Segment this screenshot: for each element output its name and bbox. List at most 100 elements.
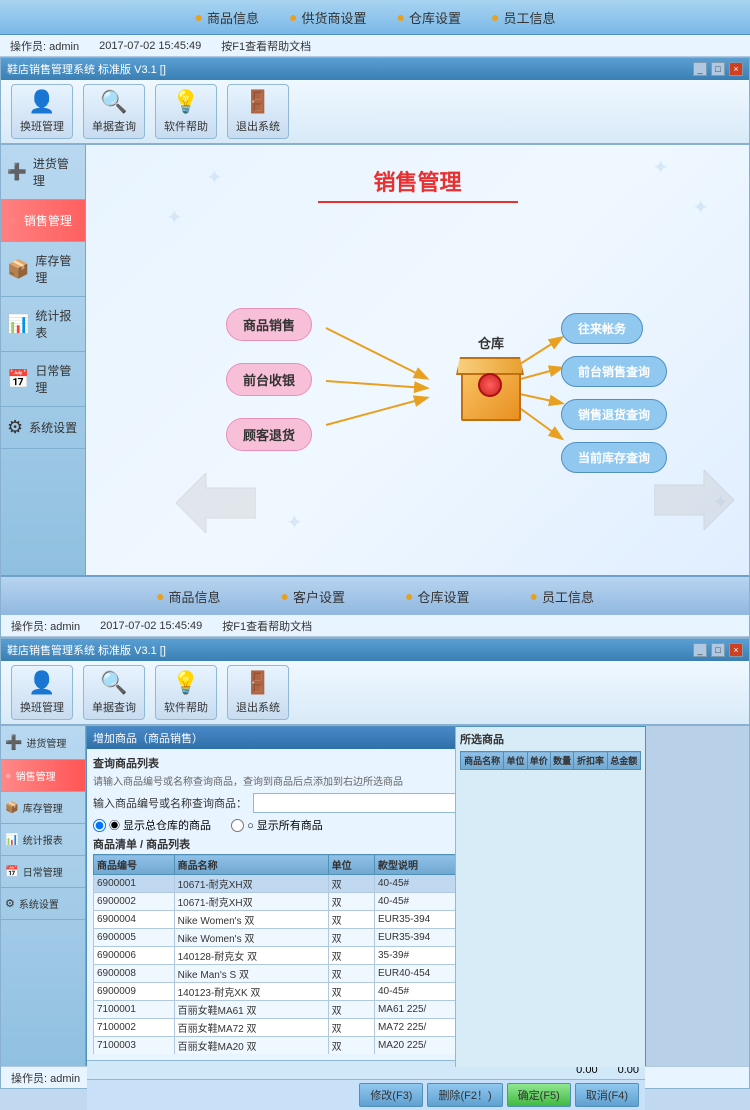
right-col-name: 商品名称 (461, 752, 504, 770)
selected-products-panel: 所选商品 商品名称 单位 单价 数量 折扣率 总金额 (455, 727, 645, 1067)
top-status-bar: 操作员: admin 2017-07-02 15:45:49 按F1查看帮助文档 (0, 35, 750, 57)
current-stock-query-box[interactable]: 当前库存查询 (561, 442, 667, 473)
dot-icon: ● (195, 9, 203, 25)
win2-maximize-button[interactable]: □ (711, 643, 725, 657)
sidebar-item-inventory[interactable]: 📦 库存管理 (1, 242, 85, 297)
win2-sidebar-inventory[interactable]: 📦 库存管理 (1, 792, 85, 824)
decoration-arrow (654, 470, 734, 533)
warehouse-center: 仓库 (441, 333, 541, 443)
modify-button[interactable]: 修改(F3) (359, 1083, 423, 1107)
plus-icon: ➕ (7, 162, 27, 182)
front-desk-receipt-box[interactable]: 前台收银 (226, 363, 312, 396)
bottom-nav-product[interactable]: ● 商品信息 (156, 587, 220, 606)
win1-toolbar: 👤 换班管理 🔍 单据查询 💡 软件帮助 🚪 退出系统 (1, 80, 749, 145)
product-sales-box[interactable]: 商品销售 (226, 308, 312, 341)
win2-controls: _ □ × (693, 643, 743, 657)
win2-sidebar-stock[interactable]: ➕ 进货管理 (1, 726, 85, 760)
query-icon2: 🔍 (100, 670, 127, 696)
dot-icon: ● (397, 9, 405, 25)
win2-titlebar: 鞋店销售管理系统 标准版 V3.1 [] _ □ × (1, 639, 749, 661)
win1-bottom-nav: ● 商品信息 ● 客户设置 ● 仓库设置 ● 员工信息 (1, 575, 749, 615)
confirm-button[interactable]: 确定(F5) (507, 1083, 571, 1107)
single-query-button[interactable]: 🔍 单据查询 (83, 84, 145, 139)
selected-products-table: 商品名称 单位 单价 数量 折扣率 总金额 (460, 751, 641, 770)
sidebar-item-settings[interactable]: ⚙ 系统设置 (1, 407, 85, 449)
single-query-button2[interactable]: 🔍 单据查询 (83, 665, 145, 720)
win2-main-layout: ➕ 进货管理 ● 销售管理 📦 库存管理 📊 统计报表 📅 日常管理 ⚙ 系统 (1, 726, 749, 1066)
win2-dialog-area: 增加商品（商品销售） × 查询商品列表 请输入商品编号或名称查询商品，查询到商品… (86, 726, 749, 1066)
right-col-total: 总金额 (607, 752, 640, 770)
top-nav-items: ● 商品信息 ● 供货商设置 ● 仓库设置 ● 员工信息 (195, 8, 556, 27)
shift-manage-button2[interactable]: 👤 换班管理 (11, 665, 73, 720)
bottom-nav-customer[interactable]: ● 客户设置 (281, 587, 345, 606)
software-help-button2[interactable]: 💡 软件帮助 (155, 665, 217, 720)
win2-sidebar-settings[interactable]: ⚙ 系统设置 (1, 888, 85, 920)
front-sales-query-box[interactable]: 前台销售查询 (561, 356, 667, 387)
win2-sidebar: ➕ 进货管理 ● 销售管理 📦 库存管理 📊 统计报表 📅 日常管理 ⚙ 系统 (1, 726, 86, 1066)
win2-sidebar-stats[interactable]: 📊 统计报表 (1, 824, 85, 856)
win2-toolbar: 👤 换班管理 🔍 单据查询 💡 软件帮助 🚪 退出系统 (1, 661, 749, 726)
action-bar: 修改(F3) 删除(F2！) 确定(F5) 取消(F4) (87, 1079, 645, 1110)
top-nav-product[interactable]: ● 商品信息 (195, 8, 259, 27)
win1-main-layout: ➕ 进货管理 ● 销售管理 📦 库存管理 📊 统计报表 📅 日常管理 ⚙ 系统 (1, 145, 749, 575)
chart-icon: 📊 (7, 314, 29, 335)
right-col-qty: 数量 (550, 752, 573, 770)
win2-sidebar-sales[interactable]: ● 销售管理 (1, 760, 85, 792)
top-nav-bar: ● 商品信息 ● 供货商设置 ● 仓库设置 ● 员工信息 (0, 0, 750, 35)
right-col-discount: 折扣率 (574, 752, 607, 770)
cancel-button[interactable]: 取消(F4) (575, 1083, 639, 1107)
top-nav-warehouse[interactable]: ● 仓库设置 (397, 8, 461, 27)
sidebar-item-stock[interactable]: ➕ 进货管理 (1, 145, 85, 200)
close-button[interactable]: × (729, 62, 743, 76)
past-accounts-box[interactable]: 往来帐务 (561, 313, 643, 344)
win1-content: ✦ ✦ ✦ ✦ ✦ ✦ 销售管理 (86, 145, 749, 575)
bottom-nav-warehouse[interactable]: ● 仓库设置 (405, 587, 469, 606)
bottom-nav-employee[interactable]: ● 员工信息 (529, 587, 593, 606)
right-col-unit: 单位 (504, 752, 527, 770)
dot-icon: ● (281, 588, 289, 604)
col-product-id: 商品编号 (94, 855, 175, 875)
exit-system-button[interactable]: 🚪 退出系统 (227, 84, 289, 139)
customer-return-box[interactable]: 顾客退货 (226, 418, 312, 451)
right-table-header: 商品名称 单位 单价 数量 折扣率 总金额 (461, 752, 641, 770)
add-product-dialog: 增加商品（商品销售） × 查询商品列表 请输入商品编号或名称查询商品，查询到商品… (86, 726, 646, 1066)
shift-manage-button[interactable]: 👤 换班管理 (11, 84, 73, 139)
exit-system-button2[interactable]: 🚪 退出系统 (227, 665, 289, 720)
top-nav-employee[interactable]: ● 员工信息 (491, 8, 555, 27)
software-help-button[interactable]: 💡 软件帮助 (155, 84, 217, 139)
maximize-button[interactable]: □ (711, 62, 725, 76)
col-unit: 单位 (328, 855, 374, 875)
win1-sidebar: ➕ 进货管理 ● 销售管理 📦 库存管理 📊 统计报表 📅 日常管理 ⚙ 系统 (1, 145, 86, 575)
radio-total-warehouse[interactable]: ◉ 显示总仓库的商品 (93, 817, 211, 833)
radio-total-warehouse-input[interactable] (93, 819, 106, 832)
box-icon: 📦 (7, 259, 29, 280)
top-nav-supplier[interactable]: ● 供货商设置 (289, 8, 366, 27)
decoration-arrow-left (176, 470, 256, 533)
minimize-button[interactable]: _ (693, 62, 707, 76)
exit-icon2: 🚪 (244, 670, 271, 696)
shift-icon2: 👤 (28, 670, 55, 696)
section-title: 销售管理 (86, 165, 749, 203)
plus-icon2: ➕ (5, 734, 22, 751)
win1-controls: _ □ × (693, 62, 743, 76)
radio-all-products-input[interactable] (231, 819, 244, 832)
sidebar-item-stats[interactable]: 📊 统计报表 (1, 297, 85, 352)
shift-icon: 👤 (28, 89, 55, 115)
win2-sidebar-daily[interactable]: 📅 日常管理 (1, 856, 85, 888)
box-icon2: 📦 (5, 801, 19, 814)
calendar-icon: 📅 (7, 369, 29, 390)
sales-diagram: 商品销售 前台收银 顾客退货 仓库 (86, 213, 749, 553)
search-section-label: 查询商品列表 (93, 758, 159, 770)
sales-return-query-box[interactable]: 销售退货查询 (561, 399, 667, 430)
win1-status-bar: 操作员: admin 2017-07-02 15:45:49 按F1查看帮助文档 (1, 615, 749, 637)
search-input-label: 输入商品编号或名称查询商品： (93, 795, 247, 811)
circle-icon2: ● (5, 770, 12, 782)
right-panel-title: 所选商品 (460, 731, 641, 747)
win2-minimize-button[interactable]: _ (693, 643, 707, 657)
win2-close-button[interactable]: × (729, 643, 743, 657)
help-icon2: 💡 (172, 670, 199, 696)
sidebar-item-daily[interactable]: 📅 日常管理 (1, 352, 85, 407)
radio-all-products[interactable]: ○ 显示所有商品 (231, 817, 323, 833)
delete-button[interactable]: 删除(F2！) (427, 1083, 502, 1107)
sidebar-item-sales[interactable]: ● 销售管理 (1, 200, 85, 242)
